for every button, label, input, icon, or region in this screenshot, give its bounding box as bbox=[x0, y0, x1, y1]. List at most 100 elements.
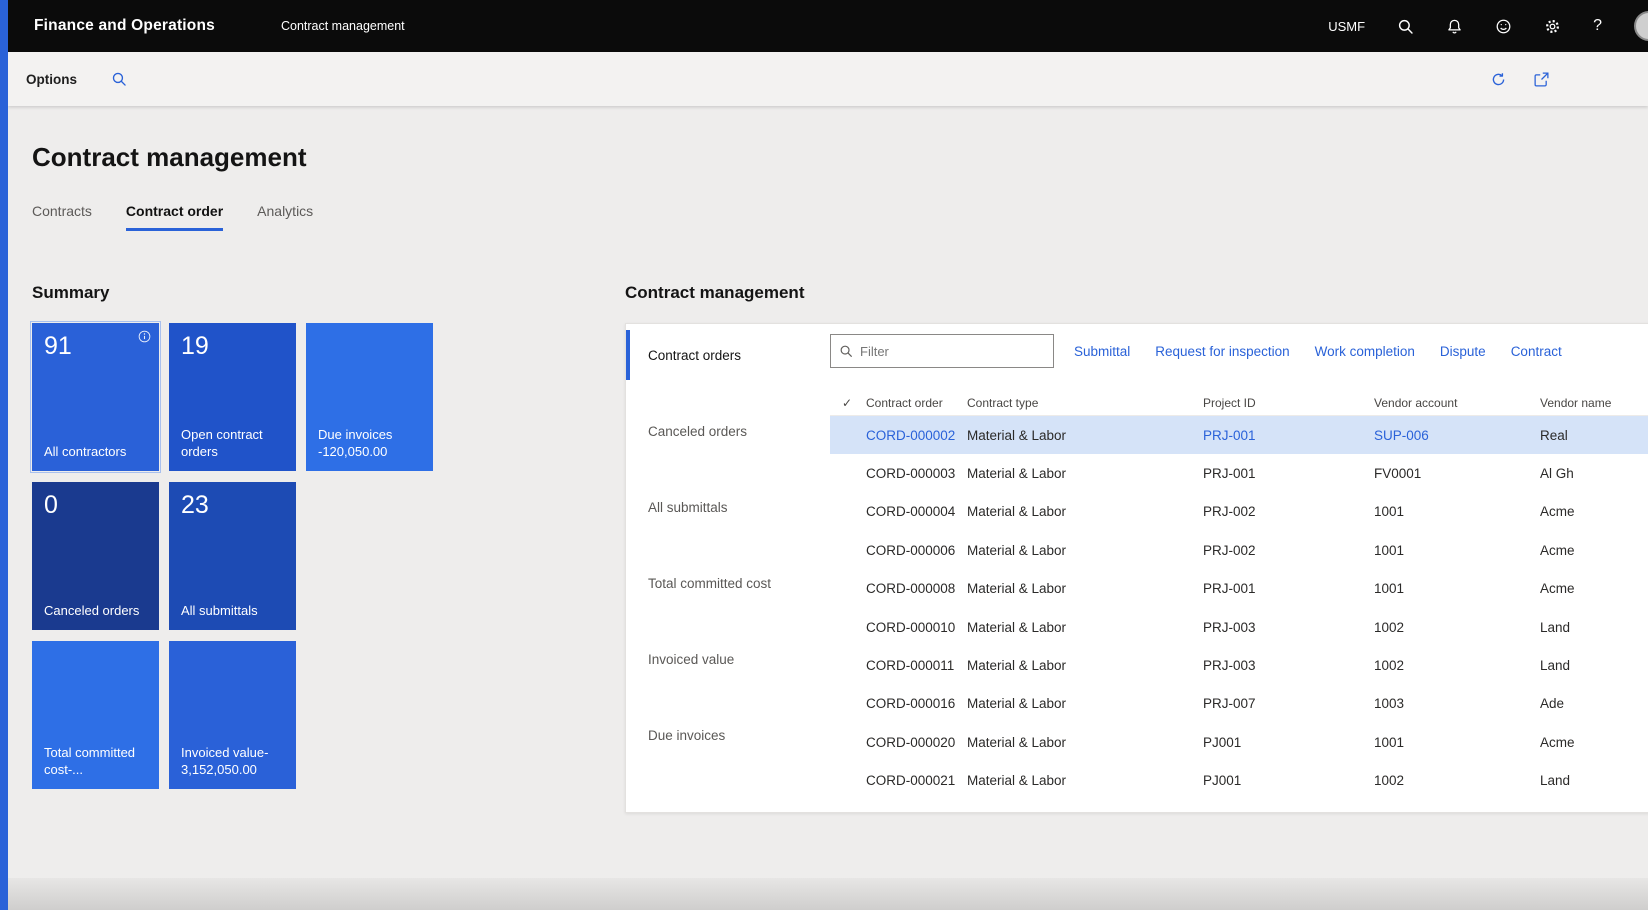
cell-contract-order[interactable]: CORD-000004 bbox=[866, 504, 967, 519]
panel-nav-canceled-orders[interactable]: Canceled orders bbox=[626, 406, 822, 456]
table-row-cord-000008[interactable]: CORD-000008Material & LaborPRJ-0011001Ac… bbox=[830, 570, 1648, 608]
tab-contracts[interactable]: Contracts bbox=[32, 203, 92, 231]
cell-contract-order[interactable]: CORD-000016 bbox=[866, 696, 967, 711]
top-bar-left: Finance and Operations Contract manageme… bbox=[34, 17, 405, 35]
tab-contract-order[interactable]: Contract order bbox=[126, 203, 223, 231]
table-row-cord-000020[interactable]: CORD-000020Material & LaborPJ0011001Acme bbox=[830, 723, 1648, 761]
column-header-contract-type[interactable]: Contract type bbox=[967, 396, 1203, 410]
tile-value: 91 bbox=[44, 332, 147, 361]
table-row-cord-000004[interactable]: CORD-000004Material & LaborPRJ-0021001Ac… bbox=[830, 493, 1648, 531]
panel-nav-total-committed-cost[interactable]: Total committed cost bbox=[626, 558, 822, 608]
grid-toolbar: Submittal Request for inspection Work comp… bbox=[830, 334, 1648, 368]
action-contract[interactable]: Contract bbox=[1511, 344, 1562, 359]
action-dispute[interactable]: Dispute bbox=[1440, 344, 1486, 359]
company-picker[interactable]: USMF bbox=[1328, 19, 1365, 34]
table-row-cord-000002[interactable]: CORD-000002Material & LaborPRJ-001SUP-00… bbox=[830, 416, 1648, 454]
cell-vendor-account[interactable]: SUP-006 bbox=[1374, 428, 1540, 443]
cell-contract-order[interactable]: CORD-000020 bbox=[866, 735, 967, 750]
page-title: Contract management bbox=[32, 142, 1648, 173]
cell-vendor-account: 1003 bbox=[1374, 696, 1540, 711]
tile-top: 23 bbox=[181, 491, 284, 520]
tile-value: 23 bbox=[181, 491, 284, 520]
open-in-new-window-icon[interactable] bbox=[1533, 71, 1550, 88]
panel-nav-invoiced-value[interactable]: Invoiced value bbox=[626, 634, 822, 684]
filter-box[interactable] bbox=[830, 334, 1054, 368]
options-menu[interactable]: Options bbox=[26, 72, 77, 87]
cell-contract-order[interactable]: CORD-000010 bbox=[866, 620, 967, 635]
cell-vendor-account: 1002 bbox=[1374, 620, 1540, 635]
contract-management-section: Contract management Contract ordersCance… bbox=[625, 283, 1648, 813]
action-work-completion[interactable]: Work completion bbox=[1315, 344, 1415, 359]
avatar[interactable] bbox=[1634, 11, 1648, 41]
refresh-icon[interactable] bbox=[1490, 71, 1507, 88]
cell-contract-order[interactable]: CORD-000011 bbox=[866, 658, 967, 673]
cell-vendor-name: Acme bbox=[1540, 581, 1648, 596]
breadcrumb[interactable]: Contract management bbox=[281, 19, 405, 33]
action-submittal[interactable]: Submittal bbox=[1074, 344, 1130, 359]
table-row-cord-000010[interactable]: CORD-000010Material & LaborPRJ-0031002La… bbox=[830, 608, 1648, 646]
app-root: Finance and Operations Contract manageme… bbox=[8, 0, 1648, 813]
grid-area: Submittal Request for inspection Work comp… bbox=[822, 324, 1648, 812]
summary-tile-all-contractors[interactable]: 91All contractors bbox=[32, 323, 159, 471]
cell-contract-order[interactable]: CORD-000006 bbox=[866, 543, 967, 558]
grid-header: ✓Contract orderContract typeProject IDVe… bbox=[830, 390, 1648, 416]
cell-contract-type: Material & Labor bbox=[967, 696, 1203, 711]
info-icon[interactable] bbox=[138, 330, 151, 343]
cell-contract-order[interactable]: CORD-000021 bbox=[866, 773, 967, 788]
tile-top: 91 bbox=[44, 332, 147, 361]
cell-project-id: PRJ-007 bbox=[1203, 696, 1374, 711]
column-header-vendor-account[interactable]: Vendor account bbox=[1374, 396, 1540, 410]
left-nav-strip[interactable] bbox=[0, 0, 8, 910]
panel-nav-all-submittals[interactable]: All submittals bbox=[626, 482, 822, 532]
summary-tile-all-submittals[interactable]: 23All submittals bbox=[169, 482, 296, 630]
cell-project-id: PRJ-001 bbox=[1203, 466, 1374, 481]
panel-nav-due-invoices[interactable]: Due invoices bbox=[626, 710, 822, 760]
cell-contract-order[interactable]: CORD-000008 bbox=[866, 581, 967, 596]
cell-project-id: PRJ-003 bbox=[1203, 658, 1374, 673]
table-row-cord-000006[interactable]: CORD-000006Material & LaborPRJ-0021001Ac… bbox=[830, 531, 1648, 569]
tile-label: Canceled orders bbox=[44, 602, 147, 620]
bottom-edge bbox=[8, 878, 1648, 910]
help-icon[interactable]: ? bbox=[1593, 18, 1602, 34]
action-request-for-inspection[interactable]: Request for inspection bbox=[1155, 344, 1289, 359]
notifications-bell-icon[interactable] bbox=[1446, 18, 1463, 35]
panel-nav-contract-orders[interactable]: Contract orders bbox=[626, 330, 822, 380]
feedback-smiley-icon[interactable] bbox=[1495, 18, 1512, 35]
tab-analytics[interactable]: Analytics bbox=[257, 203, 313, 231]
summary-section: Summary 91All contractors19Open contract… bbox=[32, 283, 468, 813]
table-row-cord-000016[interactable]: CORD-000016Material & LaborPRJ-0071003Ad… bbox=[830, 685, 1648, 723]
cell-contract-order[interactable]: CORD-000003 bbox=[866, 466, 967, 481]
select-all-checkmark-icon[interactable]: ✓ bbox=[830, 396, 866, 410]
filter-input[interactable] bbox=[860, 344, 1045, 359]
cell-contract-type: Material & Labor bbox=[967, 543, 1203, 558]
contract-panel: Contract orders Canceled orders All submit… bbox=[625, 323, 1648, 813]
tile-label: Total committed cost-... bbox=[44, 744, 147, 779]
cell-vendor-name: Land bbox=[1540, 773, 1648, 788]
cell-project-id: PJ001 bbox=[1203, 735, 1374, 750]
summary-tiles: 91All contractors19Open contract ordersD… bbox=[32, 323, 468, 789]
cell-contract-type: Material & Labor bbox=[967, 773, 1203, 788]
table-row-cord-000021[interactable]: CORD-000021Material & LaborPJ0011002Land bbox=[830, 762, 1648, 800]
cell-contract-type: Material & Labor bbox=[967, 581, 1203, 596]
search-icon[interactable] bbox=[1397, 18, 1414, 35]
table-row-cord-000003[interactable]: CORD-000003Material & LaborPRJ-001FV0001… bbox=[830, 454, 1648, 492]
cell-project-id[interactable]: PRJ-001 bbox=[1203, 428, 1374, 443]
table-row-cord-000011[interactable]: CORD-000011Material & LaborPRJ-0031002La… bbox=[830, 646, 1648, 684]
summary-tile-canceled-orders[interactable]: 0Canceled orders bbox=[32, 482, 159, 630]
column-header-vendor-name[interactable]: Vendor name bbox=[1540, 396, 1648, 410]
tile-top: 19 bbox=[181, 332, 284, 361]
tile-label: Invoiced value- 3,152,050.00 bbox=[181, 744, 284, 779]
action-search-icon[interactable] bbox=[111, 71, 127, 87]
summary-heading: Summary bbox=[32, 283, 468, 303]
cell-vendor-account: FV0001 bbox=[1374, 466, 1540, 481]
summary-tile-open-contract-orders[interactable]: 19Open contract orders bbox=[169, 323, 296, 471]
app-title[interactable]: Finance and Operations bbox=[34, 17, 215, 35]
summary-tile-due-invoices-120-050-00[interactable]: Due invoices -120,050.00 bbox=[306, 323, 433, 471]
column-header-contract-order[interactable]: Contract order bbox=[866, 396, 967, 410]
summary-tile-invoiced-value-3-152-050-00[interactable]: Invoiced value- 3,152,050.00 bbox=[169, 641, 296, 789]
summary-tile-total-committed-cost[interactable]: Total committed cost-... bbox=[32, 641, 159, 789]
cell-contract-order[interactable]: CORD-000002 bbox=[866, 428, 967, 443]
cell-contract-type: Material & Labor bbox=[967, 466, 1203, 481]
settings-gear-icon[interactable] bbox=[1544, 18, 1561, 35]
column-header-project-id[interactable]: Project ID bbox=[1203, 396, 1374, 410]
